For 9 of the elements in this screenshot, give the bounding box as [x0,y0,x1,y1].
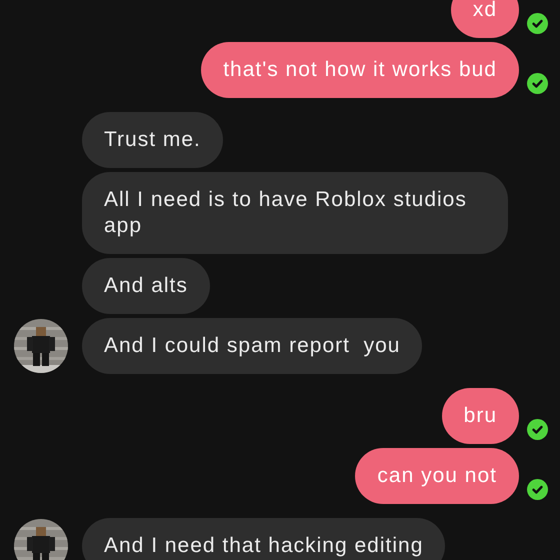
message-bubble: All I need is to have Roblox studios app [82,172,508,254]
message-bubble: xd [450,0,519,38]
message-bubble: that's not how it works bud [201,42,519,98]
message-bubble: bru [442,388,519,444]
message-bubble: And I could spam report you [82,318,422,374]
message-bubble: can you not [355,448,519,504]
message-bubble: Trust me. [82,112,223,168]
message-bubble: And alts [82,258,210,314]
message-bubble: And I need that hacking editing [82,518,446,560]
